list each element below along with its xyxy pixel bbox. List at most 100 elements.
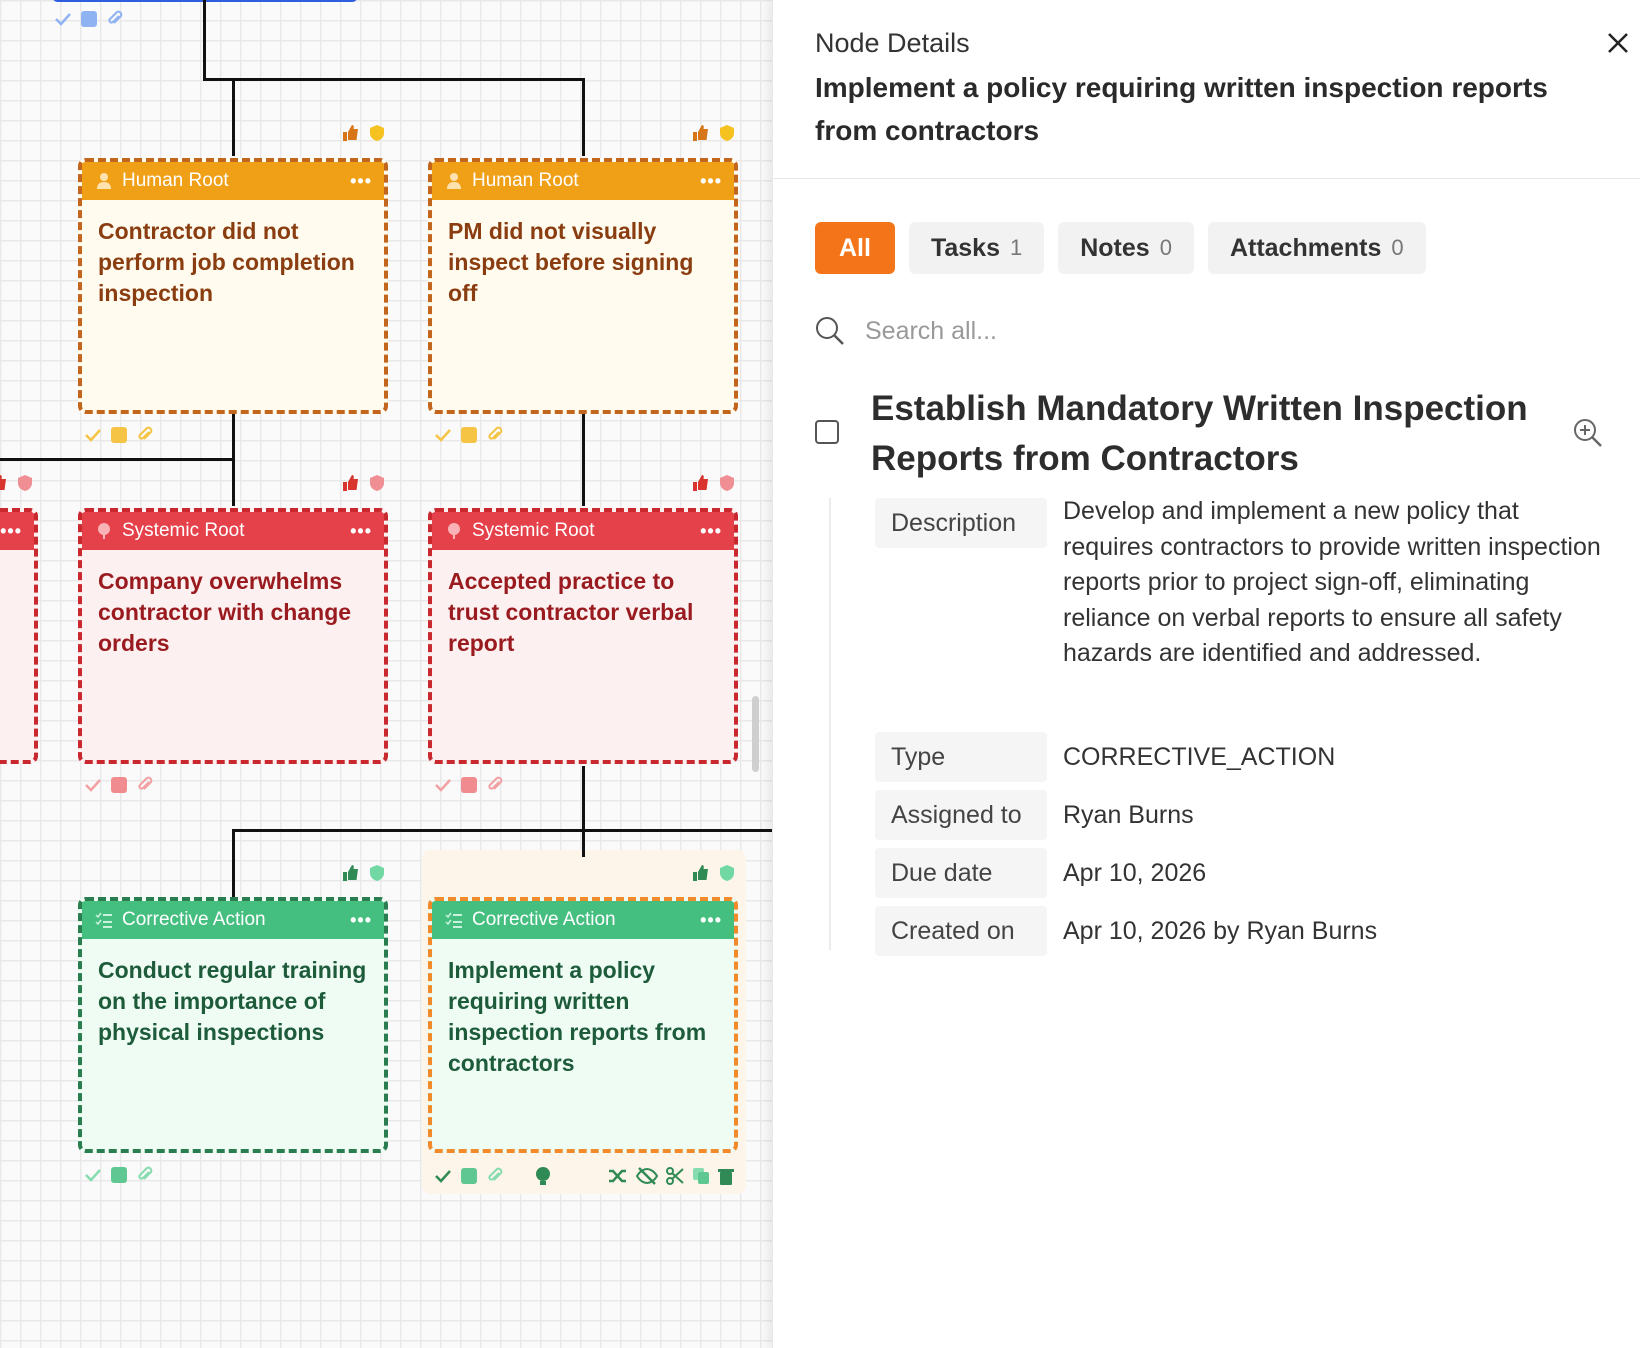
thumbs-up-icon (693, 125, 708, 141)
tab-tasks[interactable]: Tasks 1 (908, 222, 1045, 274)
selected-node-toolbar (434, 1166, 734, 1186)
person-icon (94, 171, 114, 191)
prop-type: Type CORRECTIVE_ACTION (875, 732, 1607, 782)
node-actions (84, 1166, 154, 1184)
more-options-icon[interactable]: ••• (700, 910, 722, 931)
node-systemic-root-1[interactable]: Systemic Root ••• Company overwhelms con… (78, 508, 388, 764)
more-options-icon[interactable]: ••• (0, 521, 22, 542)
connector (0, 458, 235, 461)
paperclip-icon[interactable] (106, 10, 124, 28)
prop-value: Develop and implement a new policy that … (1063, 497, 1601, 667)
connector (582, 766, 585, 830)
node-systemic-root-partial[interactable]: ••• (0, 508, 38, 764)
node-corrective-action-1[interactable]: Corrective Action ••• Conduct regular tr… (78, 897, 388, 1153)
shuffle-icon[interactable] (608, 1167, 628, 1185)
check-icon[interactable] (84, 1166, 102, 1184)
node-badges (692, 474, 736, 492)
more-options-icon[interactable]: ••• (350, 171, 372, 192)
search-bar (815, 316, 1465, 346)
paperclip-icon[interactable] (486, 426, 504, 444)
paperclip-icon[interactable] (486, 1167, 504, 1185)
close-icon[interactable] (1603, 28, 1633, 58)
task-checkbox[interactable] (815, 420, 839, 444)
node-header: Systemic Root ••• (432, 512, 734, 550)
paperclip-icon[interactable] (136, 776, 154, 794)
note-icon[interactable] (110, 426, 128, 444)
task-title: Establish Mandatory Written Inspection R… (871, 389, 1528, 478)
connector (232, 78, 235, 156)
tab-attachments[interactable]: Attachments 0 (1207, 222, 1426, 274)
shield-icon (370, 125, 384, 141)
node-header: Human Root ••• (432, 162, 734, 200)
prop-value: CORRECTIVE_ACTION (1063, 743, 1336, 771)
search-input[interactable] (865, 316, 1465, 346)
check-icon[interactable] (434, 426, 452, 444)
note-icon[interactable] (460, 426, 478, 444)
prop-created-on: Created on Apr 10, 2026 by Ryan Burns (875, 906, 1607, 956)
tree-icon (444, 521, 464, 541)
copy-icon[interactable] (692, 1167, 710, 1185)
check-icon[interactable] (54, 10, 72, 28)
node-text: Conduct regular training on the importan… (98, 957, 367, 1045)
more-options-icon[interactable]: ••• (700, 521, 722, 542)
prop-due-date: Due date Apr 10, 2026 (875, 848, 1607, 898)
connector (232, 829, 772, 832)
check-icon[interactable] (84, 776, 102, 794)
check-icon[interactable] (434, 776, 452, 794)
prop-assigned-to: Assigned to Ryan Burns (875, 790, 1607, 840)
trash-icon[interactable] (718, 1167, 734, 1185)
divider (773, 178, 1640, 179)
node-type-label: Corrective Action (122, 909, 266, 930)
tab-all[interactable]: All (815, 222, 895, 274)
node-badges (0, 474, 34, 492)
node-type-label: Systemic Root (472, 520, 595, 541)
scissors-icon[interactable] (666, 1167, 684, 1185)
tab-notes[interactable]: Notes 0 (1058, 222, 1194, 274)
canvas-scrollbar[interactable] (752, 696, 759, 772)
tree-icon (94, 521, 114, 541)
eye-slash-icon[interactable] (636, 1167, 658, 1185)
more-options-icon[interactable]: ••• (700, 171, 722, 192)
note-icon[interactable] (80, 10, 98, 28)
top-node-icons (54, 10, 124, 28)
task-indent-line (829, 498, 831, 950)
connector (232, 829, 235, 897)
prop-key: Description (875, 498, 1047, 548)
check-icon[interactable] (84, 426, 102, 444)
shield-icon (370, 865, 384, 881)
note-icon[interactable] (460, 1167, 478, 1185)
prop-key: Due date (875, 848, 1047, 898)
thumbs-up-icon (343, 865, 358, 881)
node-human-root-1[interactable]: Human Root ••• Contractor did not perfor… (78, 158, 388, 414)
node-badges (342, 864, 386, 882)
note-icon[interactable] (110, 776, 128, 794)
more-options-icon[interactable]: ••• (350, 910, 372, 931)
thumbs-up-icon (693, 475, 708, 491)
node-systemic-root-2[interactable]: Systemic Root ••• Accepted practice to t… (428, 508, 738, 764)
more-options-icon[interactable]: ••• (350, 521, 372, 542)
node-human-root-2[interactable]: Human Root ••• PM did not visually inspe… (428, 158, 738, 414)
node-header: Corrective Action ••• (432, 901, 734, 939)
checklist-icon (444, 910, 464, 930)
paperclip-icon[interactable] (136, 426, 154, 444)
node-actions (434, 426, 504, 444)
shield-icon (370, 475, 384, 491)
connector (203, 0, 206, 80)
prop-key: Type (875, 732, 1047, 782)
diagram-canvas[interactable]: Human Root ••• Contractor did not perfor… (0, 0, 772, 1348)
thumbs-up-icon (0, 475, 6, 490)
thumbs-up-icon (343, 125, 358, 141)
node-corrective-action-2-selected[interactable]: Corrective Action ••• Implement a policy… (428, 897, 738, 1153)
node-header: Systemic Root ••• (82, 512, 384, 550)
check-icon[interactable] (434, 1167, 452, 1185)
note-icon[interactable] (460, 776, 478, 794)
prop-key: Assigned to (875, 790, 1047, 840)
shield-icon (720, 125, 734, 141)
note-icon[interactable] (110, 1166, 128, 1184)
paperclip-icon[interactable] (136, 1166, 154, 1184)
paperclip-icon[interactable] (486, 776, 504, 794)
lightbulb-icon[interactable] (534, 1166, 552, 1186)
node-badges (692, 864, 736, 882)
detail-tabs: All Tasks 1 Notes 0 Attachments 0 (815, 222, 1426, 274)
zoom-in-icon[interactable] (1573, 418, 1603, 448)
